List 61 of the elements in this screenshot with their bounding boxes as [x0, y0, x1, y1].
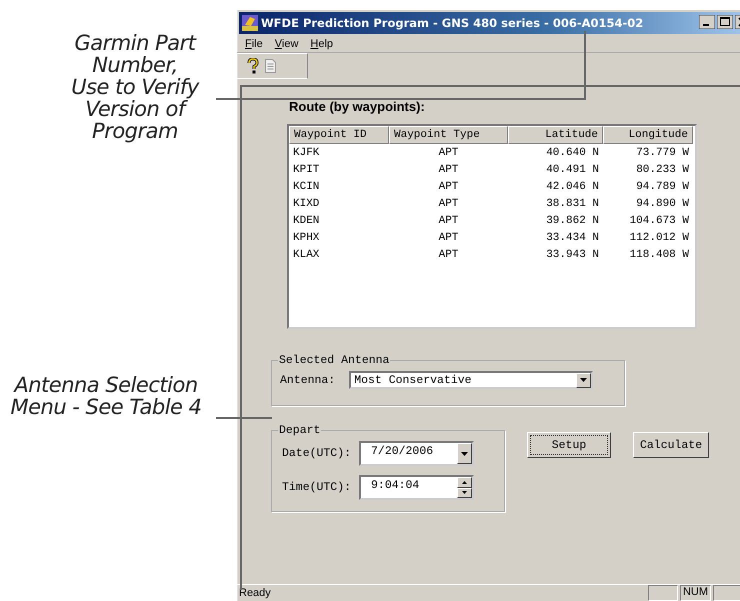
spin-up-icon[interactable]: [462, 480, 468, 484]
table-cell-text: 42.046 N: [545, 180, 600, 192]
group-title: Depart: [278, 424, 322, 437]
antenna-label: Antenna:: [280, 374, 336, 386]
table-cell-text: APT: [438, 198, 460, 210]
group-title: Selected Antenna: [278, 354, 390, 367]
app-icon: [242, 15, 258, 31]
column-header[interactable]: Latitude: [508, 126, 603, 144]
table-cell-text: APT: [438, 214, 460, 226]
table-cell-text: 94.789 W: [635, 180, 690, 192]
table-cell-text: 38.831 N: [545, 198, 600, 210]
table-cell-text: KPIT: [292, 164, 320, 176]
table-cell-text: KPHX: [292, 232, 320, 244]
table-cell-text: KJFK: [292, 146, 320, 158]
table-cell-text: 73.779 W: [635, 146, 690, 158]
column-header[interactable]: Waypoint ID: [289, 126, 389, 144]
help-icon[interactable]: [247, 58, 259, 74]
antenna-dropdown[interactable]: Most Conservative: [349, 371, 594, 389]
menu-item[interactable]: Help: [306, 38, 338, 50]
date-picker[interactable]: 7/20/2006: [359, 441, 474, 466]
status-panel: [713, 585, 740, 601]
table-cell-text: 33.434 N: [545, 232, 600, 244]
route-label: Route (by waypoints):: [289, 99, 426, 114]
callout-text: Garmin Part Number, Use to Verify Version of Program: [70, 32, 200, 142]
table-cell-text: APT: [438, 248, 460, 260]
column-header[interactable]: Waypoint Type: [389, 126, 508, 144]
table-cell-text: 118.408 W: [628, 248, 690, 260]
setup-button[interactable]: Setup: [527, 432, 611, 458]
table-cell-text: KCIN: [292, 180, 320, 192]
table-cell-text: 112.012 W: [628, 232, 690, 244]
table-cell-text: APT: [438, 232, 460, 244]
table-cell-text: KIXD: [292, 198, 320, 210]
status-text: Ready: [239, 587, 272, 599]
dropdown-arrow-icon: [461, 452, 468, 456]
dropdown-arrow-icon: [580, 378, 588, 382]
minimize-icon[interactable]: [699, 15, 715, 29]
column-header[interactable]: Longitude: [603, 126, 693, 144]
date-label: Date(UTC):: [282, 447, 352, 460]
table-cell-text: APT: [438, 146, 460, 158]
table-cell-text: 104.673 W: [628, 214, 690, 226]
spin-down-icon[interactable]: [462, 491, 468, 494]
window-title: WFDE Prediction Program - GNS 480 series - 006-A0154-02: [261, 16, 644, 30]
time-label: Time(UTC):: [282, 481, 352, 494]
table-cell-text: KDEN: [292, 214, 320, 226]
time-field[interactable]: 9:04:04: [359, 475, 474, 500]
table-cell-text: KLAX: [292, 248, 320, 260]
status-panel: [648, 585, 678, 601]
maximize-icon[interactable]: [717, 15, 733, 29]
num-lock-indicator: NUM: [680, 585, 711, 601]
table-cell-text: 94.890 W: [635, 198, 690, 210]
table-cell-text: 40.640 N: [545, 146, 600, 158]
callout-text: Antenna Selection Menu - See Table 4: [9, 374, 203, 418]
table-cell-text: 40.491 N: [545, 164, 600, 176]
calculate-button[interactable]: Calculate: [633, 432, 710, 458]
table-cell-text: 33.943 N: [545, 248, 600, 260]
table-cell-text: 80.233 W: [635, 164, 690, 176]
table-cell-text: APT: [438, 164, 460, 176]
menu-item[interactable]: File: [241, 38, 267, 50]
table-cell-text: APT: [438, 180, 460, 192]
menu-item[interactable]: View: [270, 38, 302, 50]
table-cell-text: 39.862 N: [545, 214, 600, 226]
